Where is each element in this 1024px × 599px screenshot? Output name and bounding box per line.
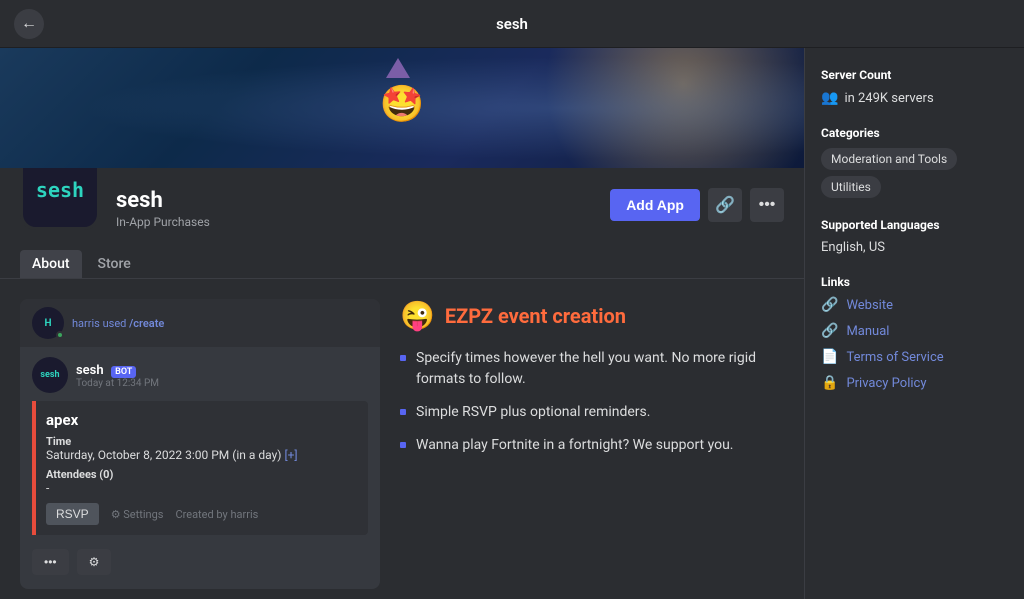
server-count-value: in 249K servers	[844, 91, 933, 106]
preview-user-block: harris used /create	[72, 317, 164, 330]
categories-section: Categories Moderation and Tools Utilitie…	[821, 126, 1008, 198]
feature-emoji: 😜	[400, 299, 435, 332]
content-area: 🤩 sesh sesh In-App Purchases Add App 🔗 •…	[0, 48, 804, 599]
links-list: 🔗 Website 🔗 Manual 📄 Terms of Service 🔒 …	[821, 297, 1008, 391]
server-count-section: Server Count 👥 in 249K servers	[821, 68, 1008, 106]
app-header: sesh sesh In-App Purchases Add App 🔗 •••	[0, 168, 804, 230]
card-title: apex	[46, 411, 358, 429]
card-attendees-label: Attendees (0)	[46, 468, 358, 481]
app-name: sesh	[116, 188, 594, 213]
card-settings: ⚙ Settings	[111, 508, 164, 521]
banner-emoji: 🤩	[380, 83, 425, 125]
link-button[interactable]: 🔗	[708, 188, 742, 222]
bullet-icon	[400, 409, 406, 415]
links-title: Links	[821, 275, 1008, 289]
preview-bot-row: sesh sesh BOT Today at 12:34 PM	[32, 357, 368, 393]
app-subtitle: In-App Purchases	[116, 215, 594, 229]
link-icon-manual: 🔗	[821, 323, 838, 339]
more-icon: •••	[759, 196, 776, 214]
link-label-tos: Terms of Service	[846, 350, 943, 365]
rsvp-button[interactable]: RSVP	[46, 503, 99, 525]
feature-title: 😜 EZPZ event creation	[400, 299, 784, 332]
preview-header: H harris used /create	[20, 299, 380, 347]
preview-username: harris	[72, 317, 100, 330]
preview-panel: H harris used /create	[20, 299, 380, 589]
card-time-value: Saturday, October 8, 2022 3:00 PM (in a …	[46, 448, 358, 462]
feature-list: Specify times however the hell you want.…	[400, 348, 784, 456]
category-tag-utilities[interactable]: Utilities	[821, 176, 881, 198]
add-app-button[interactable]: Add App	[610, 189, 700, 221]
right-sidebar: Server Count 👥 in 249K servers Categorie…	[804, 48, 1024, 599]
list-item: Wanna play Fortnite in a fortnight? We s…	[400, 435, 784, 456]
back-button[interactable]: ←	[14, 9, 44, 39]
bullet-icon	[400, 442, 406, 448]
preview-bot-avatar: sesh	[32, 357, 68, 393]
server-count-title: Server Count	[821, 68, 1008, 82]
link-icon-website: 🔗	[821, 297, 838, 313]
preview-bot-info: sesh BOT Today at 12:34 PM	[76, 362, 159, 389]
feature-title-text: EZPZ event creation	[445, 304, 626, 328]
link-website[interactable]: 🔗 Website	[821, 297, 1008, 313]
category-tag-moderation[interactable]: Moderation and Tools	[821, 148, 957, 170]
main-container: 🤩 sesh sesh In-App Purchases Add App 🔗 •…	[0, 48, 1024, 599]
link-icon-privacy: 🔒	[821, 375, 838, 391]
topbar: ← sesh	[0, 0, 1024, 48]
link-icon: 🔗	[715, 195, 735, 215]
app-title-area: sesh In-App Purchases	[116, 180, 594, 229]
links-section: Links 🔗 Website 🔗 Manual 📄 Terms of Serv…	[821, 275, 1008, 391]
tab-store[interactable]: Store	[86, 250, 143, 278]
preview-bot-name: sesh	[76, 363, 104, 378]
app-icon-text: sesh	[36, 178, 84, 202]
link-icon-tos: 📄	[821, 349, 838, 365]
dots-icon: •••	[44, 555, 57, 569]
desc-panel: 😜 EZPZ event creation Specify times howe…	[400, 299, 784, 589]
preview-used-text: used	[103, 317, 130, 330]
server-count-row: 👥 in 249K servers	[821, 90, 1008, 106]
preview-body: sesh sesh BOT Today at 12:34 PM apex Tim…	[20, 347, 380, 589]
about-content: H harris used /create	[0, 279, 804, 599]
card-time-label: Time	[46, 435, 358, 448]
card-created-by: Created by harris	[175, 508, 258, 521]
link-label-privacy: Privacy Policy	[846, 376, 926, 391]
list-item: Simple RSVP plus optional reminders.	[400, 402, 784, 423]
online-dot	[56, 331, 64, 339]
card-time-link: [+]	[284, 448, 297, 462]
link-privacy[interactable]: 🔒 Privacy Policy	[821, 375, 1008, 391]
server-icon: 👥	[821, 90, 838, 106]
categories-title: Categories	[821, 126, 1008, 140]
preview-user-info: harris used /create	[72, 317, 164, 330]
link-tos[interactable]: 📄 Terms of Service	[821, 349, 1008, 365]
app-actions: Add App 🔗 •••	[610, 180, 784, 222]
link-label-manual: Manual	[846, 324, 889, 339]
card-attendees-value: -	[46, 481, 358, 495]
preview-settings-button[interactable]: ⚙	[77, 549, 112, 575]
more-button[interactable]: •••	[750, 188, 784, 222]
topbar-title: sesh	[496, 15, 528, 33]
link-label-website: Website	[846, 298, 893, 313]
banner-triangle	[386, 58, 410, 78]
preview-box: H harris used /create	[20, 299, 380, 589]
languages-section: Supported Languages English, US	[821, 218, 1008, 255]
settings-icon: ⚙	[89, 555, 100, 569]
preview-command: /create	[129, 317, 164, 330]
languages-value: English, US	[821, 240, 1008, 255]
preview-timestamp: Today at 12:34 PM	[76, 378, 159, 389]
tab-about[interactable]: About	[20, 250, 82, 278]
category-tags: Moderation and Tools Utilities	[821, 148, 1008, 198]
tabs: About Store	[0, 238, 804, 279]
languages-title: Supported Languages	[821, 218, 1008, 232]
back-arrow-icon: ←	[21, 15, 37, 33]
list-item: Specify times however the hell you want.…	[400, 348, 784, 390]
card-footer: RSVP ⚙ Settings Created by harris	[46, 503, 358, 525]
bullet-icon	[400, 355, 406, 361]
link-manual[interactable]: 🔗 Manual	[821, 323, 1008, 339]
preview-card: apex Time Saturday, October 8, 2022 3:00…	[32, 401, 368, 535]
bot-badge: BOT	[111, 366, 136, 378]
preview-dots-button[interactable]: •••	[32, 549, 69, 575]
banner: 🤩	[0, 48, 804, 168]
preview-avatar: H	[32, 307, 64, 339]
preview-controls: ••• ⚙	[32, 545, 368, 579]
